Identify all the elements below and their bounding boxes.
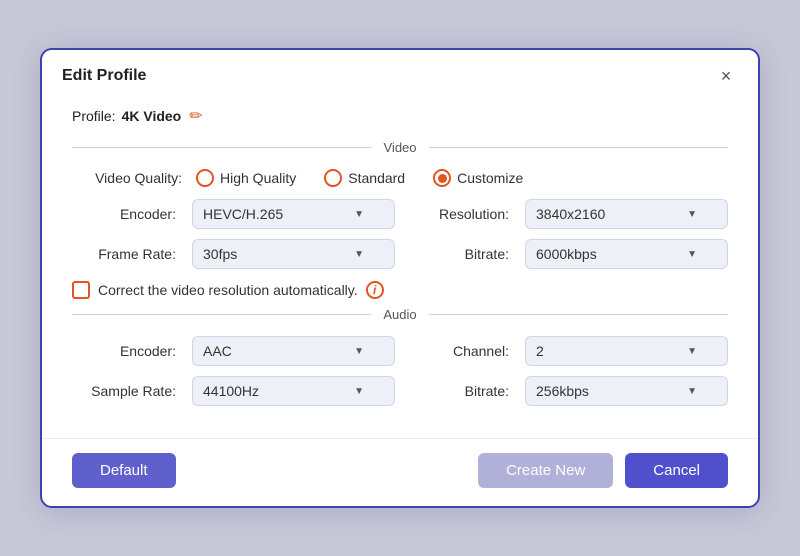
- dialog-title: Edit Profile: [62, 67, 146, 85]
- frame-rate-select[interactable]: 30fps ▼: [192, 239, 395, 269]
- edit-profile-dialog: Edit Profile × Profile: 4K Video ✏ Video…: [40, 48, 760, 508]
- resolution-select-box[interactable]: 3840x2160 ▼: [525, 199, 728, 229]
- video-bitrate-label: Bitrate:: [405, 246, 515, 262]
- radio-label-customize: Customize: [457, 170, 523, 186]
- video-quality-label: Video Quality:: [72, 170, 192, 186]
- correct-resolution-label: Correct the video resolution automatical…: [98, 282, 358, 298]
- profile-row: Profile: 4K Video ✏: [72, 106, 728, 126]
- sample-rate-select[interactable]: 44100Hz ▼: [192, 376, 395, 406]
- sample-rate-value: 44100Hz: [203, 383, 259, 399]
- encoder-select[interactable]: HEVC/H.265 ▼: [192, 199, 395, 229]
- radio-standard[interactable]: Standard: [324, 169, 405, 187]
- framerate-bitrate-row: Frame Rate: 30fps ▼ Bitrate: 6000kbps ▼: [72, 239, 728, 269]
- audio-encoder-arrow-icon: ▼: [354, 346, 364, 357]
- video-quality-radio-group: High Quality Standard Customize: [196, 169, 523, 187]
- audio-encoder-channel-row: Encoder: AAC ▼ Channel: 2 ▼: [72, 336, 728, 366]
- audio-bitrate-label: Bitrate:: [405, 383, 515, 399]
- resolution-select[interactable]: 3840x2160 ▼: [525, 199, 728, 229]
- audio-encoder-select-box[interactable]: AAC ▼: [192, 336, 395, 366]
- radio-label-high: High Quality: [220, 170, 296, 186]
- audio-divider-line-left: [72, 314, 371, 315]
- audio-divider-line-right: [429, 314, 728, 315]
- samplerate-audiobitrate-row: Sample Rate: 44100Hz ▼ Bitrate: 256kbps …: [72, 376, 728, 406]
- frame-rate-label: Frame Rate:: [72, 246, 182, 262]
- info-icon[interactable]: i: [366, 281, 384, 299]
- sample-rate-label: Sample Rate:: [72, 383, 182, 399]
- encoder-arrow-icon: ▼: [354, 209, 364, 220]
- create-new-button[interactable]: Create New: [478, 453, 613, 488]
- audio-bitrate-value: 256kbps: [536, 383, 589, 399]
- encoder-select-box[interactable]: HEVC/H.265 ▼: [192, 199, 395, 229]
- video-bitrate-arrow-icon: ▼: [687, 249, 697, 260]
- radio-high-quality[interactable]: High Quality: [196, 169, 296, 187]
- video-bitrate-select-box[interactable]: 6000kbps ▼: [525, 239, 728, 269]
- edit-icon[interactable]: ✏: [189, 106, 202, 126]
- sample-rate-arrow-icon: ▼: [354, 386, 364, 397]
- channel-select[interactable]: 2 ▼: [525, 336, 728, 366]
- resolution-label: Resolution:: [405, 206, 515, 222]
- video-bitrate-select[interactable]: 6000kbps ▼: [525, 239, 728, 269]
- title-bar: Edit Profile ×: [42, 50, 758, 98]
- divider-line-right: [429, 147, 729, 148]
- video-bitrate-value: 6000kbps: [536, 246, 597, 262]
- frame-rate-select-box[interactable]: 30fps ▼: [192, 239, 395, 269]
- close-button[interactable]: ×: [714, 64, 738, 88]
- audio-bitrate-arrow-icon: ▼: [687, 386, 697, 397]
- channel-value: 2: [536, 343, 544, 359]
- framerate-arrow-icon: ▼: [354, 249, 364, 260]
- encoder-resolution-row: Encoder: HEVC/H.265 ▼ Resolution: 3840x2…: [72, 199, 728, 229]
- radio-label-standard: Standard: [348, 170, 405, 186]
- audio-bitrate-select-box[interactable]: 256kbps ▼: [525, 376, 728, 406]
- dialog-body: Profile: 4K Video ✏ Video Video Quality:…: [42, 98, 758, 430]
- profile-name: 4K Video: [122, 108, 182, 124]
- resolution-value: 3840x2160: [536, 206, 605, 222]
- audio-section-label: Audio: [371, 307, 428, 322]
- audio-section-divider: Audio: [72, 307, 728, 322]
- radio-customize[interactable]: Customize: [433, 169, 523, 187]
- correct-resolution-checkbox[interactable]: [72, 281, 90, 299]
- dialog-footer: Default Create New Cancel: [42, 438, 758, 506]
- radio-circle-customize: [433, 169, 451, 187]
- divider-line-left: [72, 147, 372, 148]
- audio-bitrate-select[interactable]: 256kbps ▼: [525, 376, 728, 406]
- radio-circle-standard: [324, 169, 342, 187]
- default-button[interactable]: Default: [72, 453, 176, 488]
- audio-encoder-label: Encoder:: [72, 343, 182, 359]
- video-section-label: Video: [372, 140, 429, 155]
- radio-circle-high: [196, 169, 214, 187]
- frame-rate-value: 30fps: [203, 246, 237, 262]
- encoder-label: Encoder:: [72, 206, 182, 222]
- footer-right-buttons: Create New Cancel: [478, 453, 728, 488]
- channel-select-box[interactable]: 2 ▼: [525, 336, 728, 366]
- channel-label: Channel:: [405, 343, 515, 359]
- profile-label: Profile:: [72, 108, 116, 124]
- sample-rate-select-box[interactable]: 44100Hz ▼: [192, 376, 395, 406]
- resolution-arrow-icon: ▼: [687, 209, 697, 220]
- encoder-value: HEVC/H.265: [203, 206, 283, 222]
- cancel-button[interactable]: Cancel: [625, 453, 728, 488]
- audio-encoder-value: AAC: [203, 343, 232, 359]
- audio-encoder-select[interactable]: AAC ▼: [192, 336, 395, 366]
- channel-arrow-icon: ▼: [687, 346, 697, 357]
- correct-resolution-row: Correct the video resolution automatical…: [72, 281, 728, 299]
- video-section-divider: Video: [72, 140, 728, 155]
